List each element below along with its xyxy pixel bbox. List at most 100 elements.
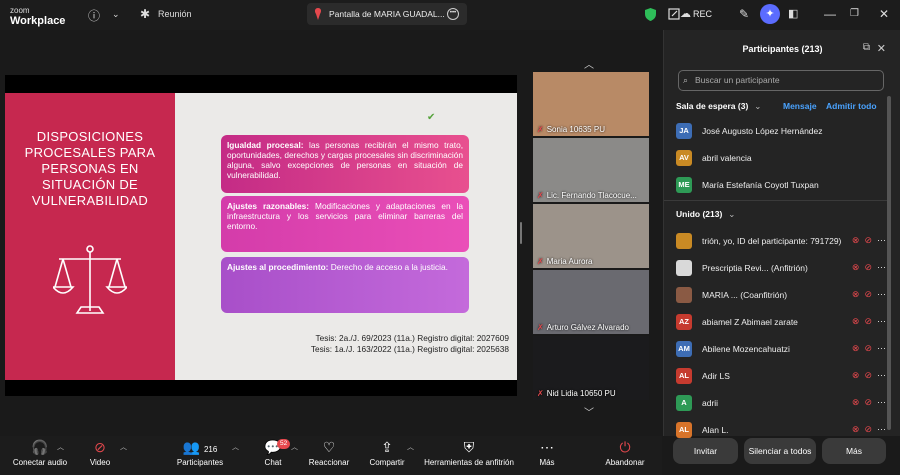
annotate-icon[interactable]: ✎ [739,7,749,21]
more-icon: ⋯ [877,316,886,326]
participant-row[interactable]: MARIA ... (Coanfitrión) ⊗⊘⋯ [676,287,886,307]
participant-status-icons[interactable]: ⊗⊘⋯ [852,235,886,246]
meeting-label[interactable]: Reunión [158,9,192,19]
leave-button[interactable]: ⏻ Abandonar [585,436,665,467]
more-button[interactable]: Más [822,438,886,464]
video-off-icon: ⊘ [864,424,877,434]
screen-share-pill[interactable]: Pantalla de MARIA GUADAL... ••• [307,3,467,25]
share-label: Pantalla de MARIA GUADAL... [329,9,445,19]
participant-row[interactable]: ME María Estefanía Coyotl Tuxpan [676,177,886,197]
shield-icon: ⛨ [463,439,475,455]
video-tile[interactable]: ✗ Maria Aurora [533,204,649,268]
admit-all-link[interactable]: Admitir todo [826,101,877,111]
edit-icon[interactable] [668,8,680,20]
participants-icon: 👥 [182,439,201,455]
mute-all-button[interactable]: Silenciar a todos [744,438,816,464]
close-panel-icon[interactable]: ✕ [877,42,886,55]
participant-name: abril valencia [702,153,752,163]
title-bar: zoom Workplace ⓘ ⌄ ✱ Reunión Pantalla de… [0,0,900,30]
more-icon: ⋯ [540,439,554,455]
avatar: AZ [676,314,692,330]
participant-row[interactable]: AM Abilene Mozencahuatzi ⊗⊘⋯ [676,341,886,361]
mic-muted-icon: ⊗ [851,397,865,407]
participant-status-icons[interactable]: ⊗⊘⋯ [852,262,886,273]
participant-row[interactable]: Prescriptia Revi... (Anfitrión) ⊗⊘⋯ [676,260,886,280]
video-tile[interactable]: ✗ Arturo Gálvez Alvarado [533,270,649,334]
more-icon: ⋯ [877,343,886,353]
waiting-room-header[interactable]: Sala de espera (3) ⌄ [676,101,761,112]
avatar [676,233,692,249]
chevron-down-icon[interactable]: ⌄ [112,9,120,20]
resize-handle[interactable] [520,222,522,244]
participant-row[interactable]: AV abril valencia [676,150,886,170]
participant-status-icons[interactable]: ⊗⊘⋯ [852,370,886,381]
participant-row[interactable]: AL Adir LS ⊗⊘⋯ [676,368,886,388]
zoom-workplace-logo: zoom Workplace [10,6,66,27]
message-link[interactable]: Mensaje [783,101,817,111]
card-igualdad-procesal: Igualdad procesal: las personas recibirá… [221,135,469,193]
participants-button[interactable]: 👥 216 Participantes ︿ [160,436,240,467]
chevron-up-icon[interactable]: ︿ [120,442,127,452]
scroll-up-icon[interactable]: ︿ [584,56,594,71]
scroll-down-icon[interactable]: ﹀ [584,404,594,419]
participant-status-icons[interactable]: ⊗⊘⋯ [852,397,886,408]
participant-row[interactable]: AZ abiamel Z Abimael zarate ⊗⊘⋯ [676,314,886,334]
invite-button[interactable]: Invitar [673,438,738,464]
video-tile[interactable]: ✗ Lic. Fernando Tlacocue... [533,138,649,202]
popout-icon[interactable]: ⧉ [863,42,870,53]
avatar [676,260,692,276]
mic-muted-icon: ✗ [537,257,544,266]
video-button[interactable]: ⊘ Video ︿ [60,436,140,467]
panel-scrollbar[interactable] [887,96,891,430]
participant-status-icons[interactable]: ⊗⊘⋯ [852,424,886,435]
card-ajustes-procedimiento: Ajustes al procedimiento: Derecho de acc… [221,257,469,313]
paw-icon: ✱ [140,7,151,21]
rec-indicator[interactable]: REC [693,9,712,19]
participant-row[interactable]: Aadrii ⊗⊘⋯ [676,395,886,415]
participant-status-icons[interactable]: ⊗⊘⋯ [852,343,886,354]
scales-of-justice-icon [53,245,127,314]
host-tools-button[interactable]: ⛨ Herramientas de anfitrión [419,436,519,467]
close-window-icon[interactable]: ✕ [879,7,889,21]
video-tile[interactable]: ✗ Sonia 10635 PU [533,72,649,136]
participant-search-input[interactable]: ⌕ Buscar un participante [678,70,884,91]
minimize-icon[interactable]: — [824,7,836,21]
restore-icon[interactable]: ❐ [850,8,859,19]
more-options-icon[interactable]: ••• [447,8,459,20]
mic-muted-icon: ⊗ [851,424,865,434]
share-button[interactable]: ⇪ Compartir ︿ [347,436,427,467]
ai-companion-icon[interactable]: ✦ [760,4,780,24]
more-icon: ⋯ [877,397,886,407]
participant-row[interactable]: trión, yo, ID del participante: 791729) ⊗… [676,233,886,253]
chevron-up-icon[interactable]: ︿ [407,442,414,452]
video-off-icon: ⊘ [864,343,877,353]
avatar: AL [676,368,692,384]
video-off-icon: ⊘ [94,439,106,455]
participants-panel: Participantes (213) ⧉ ✕ ⌕ Buscar un part… [663,30,900,438]
cloud-icon: ☁ [680,8,691,20]
avatar: JA [676,123,692,139]
card-ajustes-razonables: Ajustes razonables: Modificaciones y ada… [221,196,469,252]
chevron-down-icon: ⌄ [754,101,762,111]
participant-row[interactable]: JA José Augusto López Hernández [676,123,886,143]
video-off-icon: ⊘ [864,289,877,299]
joined-header[interactable]: Unido (213) ⌄ [676,209,735,220]
participant-name: Prescriptia Revi... (Anfitrión) [702,263,808,273]
slide-title-panel: DISPOSICIONES PROCESALES PARA PERSONAS E… [5,93,175,380]
more-toolbar-button[interactable]: ⋯ Más [507,436,587,467]
mic-muted-icon: ⊗ [851,370,865,380]
shield-icon[interactable] [645,8,656,21]
mic-muted-icon: ⊗ [851,235,865,245]
video-off-icon: ⊘ [864,397,877,407]
layout-icon[interactable]: ◧ [788,7,798,20]
participant-name: abiamel Z Abimael zarate [702,317,798,327]
participant-name: José Augusto López Hernández [702,126,823,136]
meeting-toolbar: 🎧 Conectar audio ︿ ⊘ Video ︿ 👥 216 Parti… [0,436,662,475]
info-icon[interactable]: ⓘ [88,7,100,24]
participant-name: María Estefanía Coyotl Tuxpan [702,180,819,190]
participant-status-icons[interactable]: ⊗⊘⋯ [852,289,886,300]
video-tile[interactable]: ✗ Nid Lidia 10650 PU [533,336,649,400]
participant-status-icons[interactable]: ⊗⊘⋯ [852,316,886,327]
mic-muted-icon: ⊗ [851,289,865,299]
avatar: AM [676,341,692,357]
